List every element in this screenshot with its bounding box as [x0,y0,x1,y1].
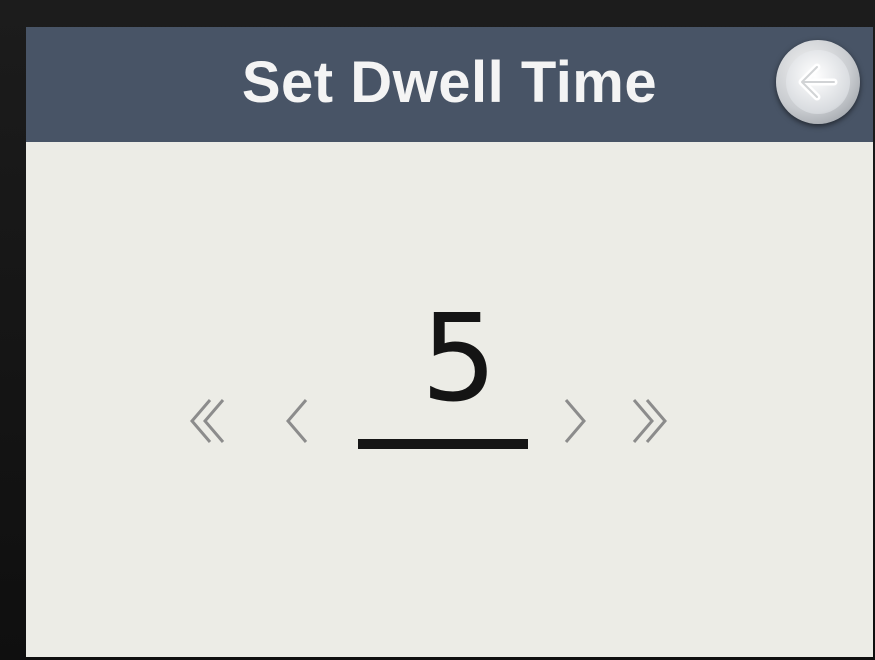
device-bezel: Set Dwell Time 5 [0,0,875,660]
page-title: Set Dwell Time [241,50,658,115]
dwell-time-value: 5 [420,290,498,429]
fast-decrease-button[interactable] [186,395,246,451]
double-chevron-right-icon [632,399,667,443]
double-chevron-left-icon [190,399,225,443]
fast-increase-button[interactable] [626,395,686,451]
dwell-time-value-field[interactable]: 5 [356,290,532,449]
increase-button[interactable] [554,395,602,451]
chevron-left-icon [286,399,308,443]
value-underline [358,439,528,449]
decrease-button[interactable] [276,395,324,451]
chevron-right-icon [564,399,586,443]
arrow-left-icon [798,63,838,101]
title-bar: Set Dwell Time [26,27,873,142]
back-button[interactable] [776,40,860,124]
display-screen: Set Dwell Time 5 [26,27,873,657]
